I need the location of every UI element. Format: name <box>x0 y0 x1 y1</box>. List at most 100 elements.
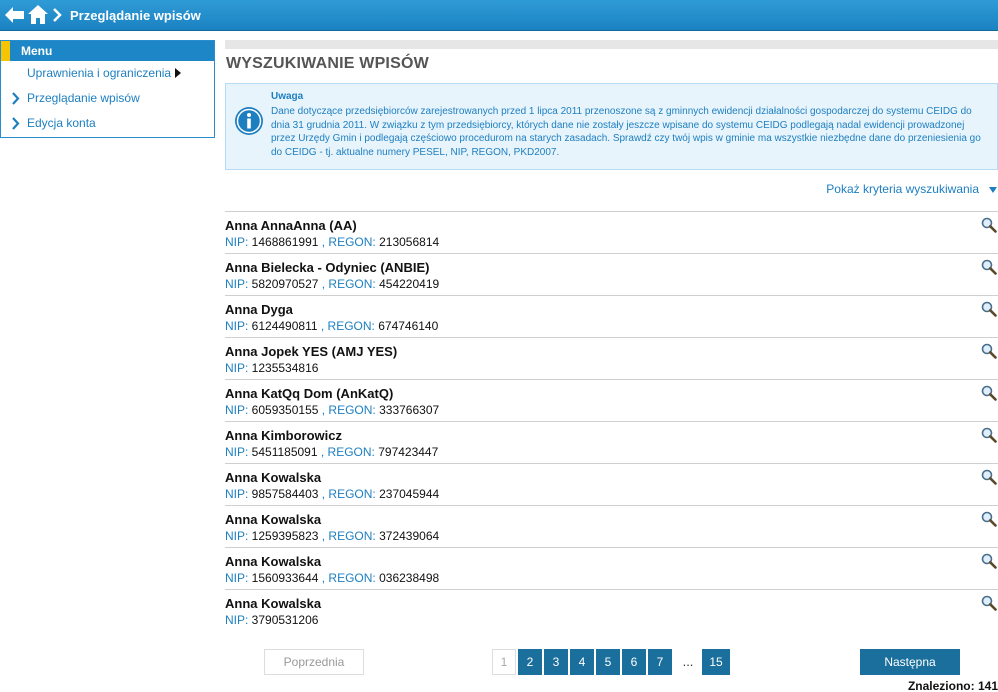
result-identifiers: NIP: 9857584403 , REGON: 237045944 <box>225 487 439 501</box>
chevron-right-icon <box>53 8 62 22</box>
sidebar-menu: Menu Uprawnienia i ograniczenia Przegląd… <box>0 40 215 138</box>
nip-label: NIP: <box>225 613 252 627</box>
result-name[interactable]: Anna Kowalska <box>225 554 321 569</box>
notice-title: Uwaga <box>271 91 304 102</box>
nip-value: 9857584403 <box>251 487 319 501</box>
regon-value: 372439064 <box>379 529 440 543</box>
sidebar-item-label: Uprawnienia i ograniczenia <box>27 66 172 80</box>
sidebar-item-uprawnienia[interactable]: Uprawnienia i ograniczenia <box>1 61 214 86</box>
previous-page-button: Poprzednia <box>264 649 364 675</box>
result-identifiers: NIP: 5820970527 , REGON: 454220419 <box>225 277 439 291</box>
magnifier-icon[interactable] <box>981 427 997 443</box>
nip-label: NIP: <box>225 529 252 543</box>
nip-label: NIP: <box>225 361 252 375</box>
chevron-down-icon <box>989 187 997 193</box>
sidebar-item-label: Przeglądanie wpisów <box>27 91 140 105</box>
result-name[interactable]: Anna Kimborowicz <box>225 428 342 443</box>
result-name[interactable]: Anna KatQq Dom (AnKatQ) <box>225 386 393 401</box>
magnifier-icon[interactable] <box>981 301 997 317</box>
result-name[interactable]: Anna AnnaAnna (AA) <box>225 218 357 233</box>
result-identifiers: NIP: 1235534816 <box>225 361 318 375</box>
nip-value: 5451185091 <box>251 445 318 459</box>
regon-label: , REGON: <box>318 571 380 585</box>
regon-label: , REGON: <box>317 445 379 459</box>
page-button[interactable]: 4 <box>570 649 594 675</box>
page-button[interactable]: 3 <box>544 649 568 675</box>
regon-label: , REGON: <box>318 403 380 417</box>
result-name[interactable]: Anna Kowalska <box>225 512 321 527</box>
result-row: Anna Jopek YES (AMJ YES) NIP: 1235534816 <box>225 337 998 379</box>
magnifier-icon[interactable] <box>981 385 997 401</box>
sidebar-item-edycja[interactable]: Edycja konta <box>1 111 214 136</box>
regon-value: 036238498 <box>379 571 440 585</box>
nip-label: NIP: <box>225 571 252 585</box>
page-button[interactable]: 7 <box>648 649 672 675</box>
result-row: Anna Kowalska NIP: 3790531206 <box>225 589 998 631</box>
magnifier-icon[interactable] <box>981 343 997 359</box>
result-identifiers: NIP: 1259395823 , REGON: 372439064 <box>225 529 439 543</box>
result-name[interactable]: Anna Bielecka - Odyniec (ANBIE) <box>225 260 429 275</box>
nip-value: 1259395823 <box>251 529 319 543</box>
page-button[interactable]: 6 <box>622 649 646 675</box>
regon-label: , REGON: <box>317 319 379 333</box>
magnifier-icon[interactable] <box>981 511 997 527</box>
result-name[interactable]: Anna Kowalska <box>225 470 321 485</box>
regon-label: , REGON: <box>318 529 380 543</box>
magnifier-icon[interactable] <box>981 259 997 275</box>
result-row: Anna Bielecka - Odyniec (ANBIE) NIP: 5820… <box>225 253 998 295</box>
chevron-right-icon <box>12 117 20 130</box>
notice-body: Dane dotyczące przedsiębiorców zarejestr… <box>271 106 981 158</box>
result-name[interactable]: Anna Dyga <box>225 302 293 317</box>
home-icon[interactable] <box>28 5 48 24</box>
show-criteria-toggle[interactable]: Pokaż kryteria wyszukiwania <box>826 182 998 196</box>
result-row: Anna Kowalska NIP: 1560933644 , REGON: 03… <box>225 547 998 589</box>
result-row: Anna Kowalska NIP: 1259395823 , REGON: 37… <box>225 505 998 547</box>
info-icon <box>235 107 263 135</box>
regon-value: 797423447 <box>378 445 439 459</box>
result-row: Anna Kowalska NIP: 9857584403 , REGON: 23… <box>225 463 998 505</box>
nip-label: NIP: <box>225 277 252 291</box>
magnifier-icon[interactable] <box>981 469 997 485</box>
result-row: Anna KatQq Dom (AnKatQ) NIP: 6059350155 ,… <box>225 379 998 421</box>
notice-box: Uwaga Dane dotyczące przedsiębiorców zar… <box>225 83 998 170</box>
regon-value: 237045944 <box>379 487 440 501</box>
results-list: Anna AnnaAnna (AA) NIP: 1468861991 , REGO… <box>225 211 998 631</box>
back-arrow-icon[interactable] <box>5 7 25 23</box>
magnifier-icon[interactable] <box>981 595 997 611</box>
result-identifiers: NIP: 6124490811 , REGON: 674746140 <box>225 319 438 333</box>
menu-header-label: Menu <box>21 44 53 58</box>
page-button-current: 1 <box>492 649 516 675</box>
next-page-button[interactable]: Następna <box>860 649 960 675</box>
regon-label: , REGON: <box>318 277 380 291</box>
nip-value: 6059350155 <box>251 403 319 417</box>
chevron-right-icon <box>12 92 20 105</box>
page-button[interactable]: 2 <box>518 649 542 675</box>
regon-value: 213056814 <box>379 235 440 249</box>
sidebar-item-label: Edycja konta <box>27 116 96 130</box>
result-name[interactable]: Anna Jopek YES (AMJ YES) <box>225 344 397 359</box>
result-name[interactable]: Anna Kowalska <box>225 596 321 611</box>
result-identifiers: NIP: 5451185091 , REGON: 797423447 <box>225 445 438 459</box>
magnifier-icon[interactable] <box>981 553 997 569</box>
sidebar-item-przegladanie[interactable]: Przeglądanie wpisów <box>1 86 214 111</box>
magnifier-icon[interactable] <box>981 217 997 233</box>
regon-label: , REGON: <box>318 487 380 501</box>
results-count: Znaleziono: 141 <box>908 679 998 692</box>
submenu-arrow-icon <box>175 68 182 78</box>
page-button-last[interactable]: 15 <box>702 649 730 675</box>
result-identifiers: NIP: 6059350155 , REGON: 333766307 <box>225 403 439 417</box>
nip-value: 1235534816 <box>251 361 319 375</box>
page-button[interactable]: 5 <box>596 649 620 675</box>
result-row: Anna Dyga NIP: 6124490811 , REGON: 674746… <box>225 295 998 337</box>
nip-label: NIP: <box>225 403 252 417</box>
nip-label: NIP: <box>225 487 252 501</box>
show-criteria-label: Pokaż kryteria wyszukiwania <box>826 182 979 196</box>
nip-value: 1468861991 <box>251 235 319 249</box>
nip-label: NIP: <box>225 445 252 459</box>
nip-label: NIP: <box>225 235 252 249</box>
result-row: Anna Kimborowicz NIP: 5451185091 , REGON:… <box>225 421 998 463</box>
pagination-ellipsis: ... <box>682 654 694 669</box>
regon-value: 454220419 <box>379 277 440 291</box>
regon-value: 333766307 <box>379 403 440 417</box>
regon-label: , REGON: <box>318 235 380 249</box>
